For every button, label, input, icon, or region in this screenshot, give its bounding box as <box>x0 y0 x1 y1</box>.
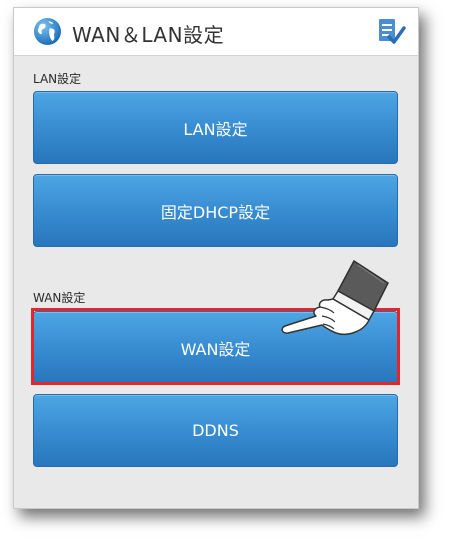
page-title: WAN＆LAN設定 <box>72 23 225 47</box>
lan-settings-button[interactable]: LAN設定 <box>33 91 398 164</box>
pointing-hand-icon <box>281 259 389 335</box>
section-label-lan: LAN設定 <box>33 72 82 86</box>
section-label-wan: WAN設定 <box>33 291 86 305</box>
edit-check-icon[interactable] <box>376 15 406 47</box>
globe-icon <box>33 17 62 46</box>
ddns-button[interactable]: DDNS <box>33 394 398 467</box>
app-header: WAN＆LAN設定 <box>14 8 418 56</box>
fixed-dhcp-settings-button[interactable]: 固定DHCP設定 <box>33 174 398 247</box>
settings-panel: WAN＆LAN設定 LAN設定 LAN設定 固定DHCP設定 WAN設定 WAN… <box>13 7 419 509</box>
